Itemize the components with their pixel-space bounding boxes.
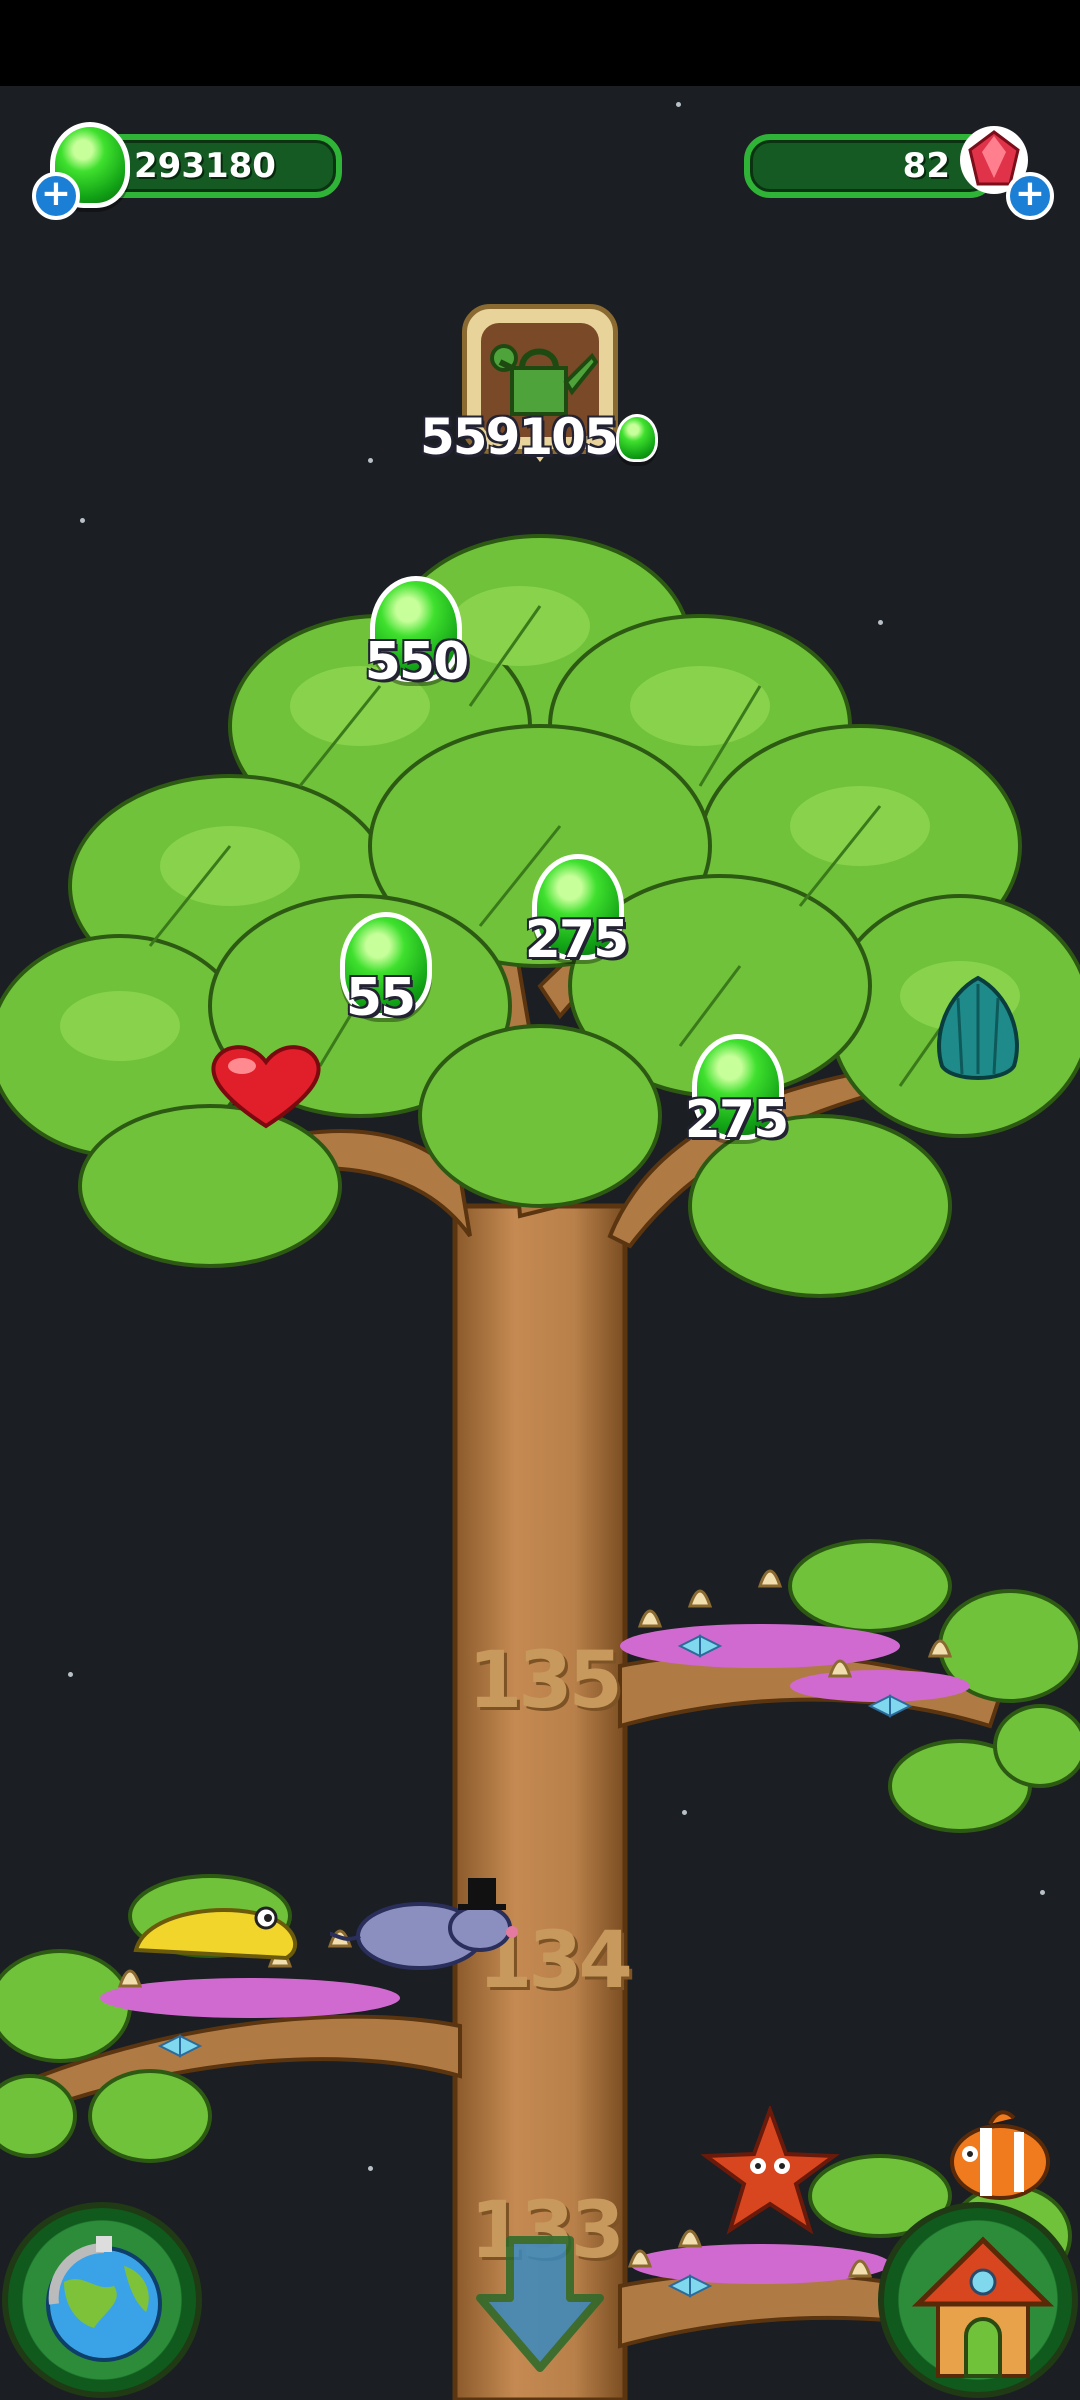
drop-collectible-275[interactable]: 275 — [676, 1034, 796, 1164]
clownfish-creature[interactable] — [930, 2102, 1060, 2212]
upgrade-cost: 559105 — [420, 408, 619, 466]
add-gems-button[interactable]: + — [1006, 172, 1054, 220]
gems-count: 82 — [902, 146, 950, 186]
scroll-down-button[interactable] — [474, 2234, 606, 2374]
drop-value: 275 — [524, 910, 630, 970]
mouse-creature[interactable] — [330, 1866, 530, 1976]
heart-icon[interactable] — [206, 1040, 326, 1130]
drop-value: 55 — [345, 968, 416, 1028]
world-map-button[interactable] — [2, 2202, 202, 2398]
globe-icon — [46, 2236, 162, 2362]
status-bar — [0, 0, 1080, 86]
branch-level-label: 135 — [468, 1636, 623, 1726]
drop-collectible-275[interactable]: 275 — [516, 854, 636, 984]
add-drops-button[interactable]: + — [32, 172, 80, 220]
drop-value: 550 — [364, 632, 470, 692]
drop-collectible-550[interactable]: 550 — [356, 576, 476, 706]
game-scene: 135 134 133 293180 + 82 + 559105 550 55 … — [0, 86, 1080, 2400]
starfish-creature[interactable] — [700, 2106, 840, 2236]
arrow-down-icon — [476, 2236, 604, 2372]
drops-count: 293180 — [134, 146, 276, 186]
yellow-slug-creature[interactable] — [126, 1880, 306, 1970]
drop-collectible-55[interactable]: 55 — [326, 912, 446, 1042]
home-button[interactable] — [878, 2202, 1078, 2398]
green-drop-icon — [616, 414, 658, 462]
egg-pod-icon[interactable] — [928, 974, 1028, 1084]
house-icon — [911, 2236, 1055, 2378]
drop-value: 275 — [684, 1090, 790, 1150]
